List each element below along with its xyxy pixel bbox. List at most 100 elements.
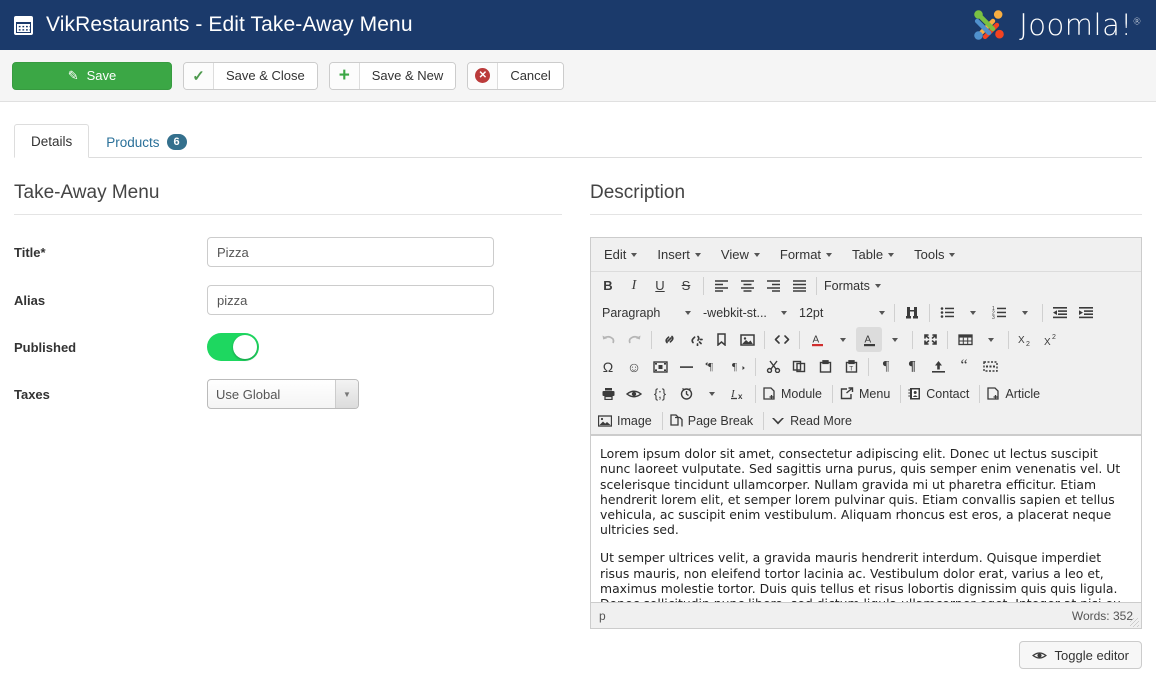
title-input[interactable] bbox=[207, 237, 494, 268]
align-justify-icon[interactable] bbox=[786, 273, 812, 298]
link-icon[interactable] bbox=[656, 327, 682, 352]
blockquote-icon[interactable]: “ bbox=[951, 354, 977, 379]
insert-image-button[interactable]: Image bbox=[595, 408, 658, 433]
nonbreaking-icon[interactable] bbox=[977, 354, 1003, 379]
insert-read-more-button[interactable]: Read More bbox=[768, 408, 858, 433]
read-more-label: Read More bbox=[790, 413, 852, 428]
pilcrow-icon[interactable]: ¶ bbox=[873, 354, 899, 379]
table-icon[interactable] bbox=[952, 327, 978, 352]
paste-icon[interactable] bbox=[812, 354, 838, 379]
joomla-mark-icon bbox=[974, 10, 1005, 40]
cut-icon[interactable] bbox=[760, 354, 786, 379]
block-format-select[interactable]: Paragraph bbox=[595, 300, 696, 325]
underline-button[interactable]: U bbox=[647, 273, 673, 298]
insert-date-icon[interactable] bbox=[673, 381, 699, 406]
emoticons-icon[interactable]: ☺ bbox=[621, 354, 647, 379]
italic-button[interactable]: I bbox=[621, 273, 647, 298]
published-toggle[interactable] bbox=[207, 333, 259, 362]
svg-text:A: A bbox=[864, 334, 871, 345]
template-icon[interactable] bbox=[925, 354, 951, 379]
align-left-icon[interactable] bbox=[708, 273, 734, 298]
media-icon[interactable] bbox=[647, 354, 673, 379]
table-caret-icon[interactable] bbox=[978, 327, 1004, 352]
tab-details[interactable]: Details bbox=[14, 124, 90, 159]
menu-table-label: Table bbox=[852, 247, 884, 263]
horizontal-rule-icon[interactable] bbox=[673, 354, 699, 379]
anchor-icon[interactable] bbox=[708, 327, 734, 352]
preview-icon[interactable] bbox=[621, 381, 647, 406]
menu-insert[interactable]: Insert bbox=[648, 242, 710, 267]
numbered-list-caret-icon[interactable] bbox=[1012, 300, 1038, 325]
resize-handle-icon[interactable] bbox=[1130, 618, 1139, 628]
background-color-icon[interactable]: A bbox=[856, 327, 882, 353]
menu-table[interactable]: Table bbox=[843, 242, 903, 267]
text-color-icon[interactable]: A bbox=[804, 327, 830, 352]
remove-format-icon[interactable]: Ix bbox=[725, 381, 751, 406]
fullscreen-icon[interactable] bbox=[917, 327, 943, 352]
caret-down-icon bbox=[874, 283, 881, 288]
svg-text:X: X bbox=[1044, 337, 1051, 347]
insert-menu-button[interactable]: Menu bbox=[837, 381, 896, 406]
bullet-list-icon[interactable] bbox=[934, 300, 960, 325]
page-break-label: Page Break bbox=[687, 413, 754, 428]
special-character-icon[interactable]: Ω bbox=[595, 354, 621, 379]
description-panel: Description Edit Insert View Format Tabl… bbox=[576, 158, 1142, 670]
rtl-icon[interactable]: ¶ bbox=[725, 354, 751, 379]
font-size-value: 12pt bbox=[799, 305, 824, 320]
save-button[interactable]: ✎ Save bbox=[12, 61, 172, 90]
font-size-select[interactable]: 12pt bbox=[792, 300, 890, 325]
insert-contact-button[interactable]: Contact bbox=[905, 381, 975, 406]
paste-as-text-icon[interactable]: T bbox=[838, 354, 864, 379]
ltr-icon[interactable]: ¶ bbox=[699, 354, 725, 379]
insert-date-caret-icon[interactable] bbox=[699, 381, 725, 406]
menu-edit[interactable]: Edit bbox=[595, 242, 646, 267]
search-replace-icon[interactable] bbox=[899, 300, 925, 325]
menu-format[interactable]: Format bbox=[771, 242, 841, 267]
bullet-list-caret-icon[interactable] bbox=[960, 300, 986, 325]
outdent-icon[interactable] bbox=[1047, 300, 1073, 325]
numbered-list-icon[interactable]: 123 bbox=[986, 300, 1012, 325]
insert-page-break-button[interactable]: Page Break bbox=[667, 408, 759, 433]
svg-text:¶: ¶ bbox=[732, 361, 737, 373]
menu-view[interactable]: View bbox=[712, 242, 769, 267]
pilcrow-bold-icon[interactable]: ¶ bbox=[899, 354, 925, 379]
align-center-icon[interactable] bbox=[734, 273, 760, 298]
code-sample-icon[interactable]: {;} bbox=[647, 381, 673, 406]
unlink-icon[interactable] bbox=[682, 327, 708, 352]
tinymce-editor: Edit Insert View Format Table Tools B I … bbox=[590, 237, 1142, 630]
editor-content-area[interactable]: Lorem ipsum dolor sit amet, consectetur … bbox=[591, 435, 1141, 602]
background-color-caret-icon[interactable] bbox=[882, 327, 908, 352]
indent-icon[interactable] bbox=[1073, 300, 1099, 325]
editor-toolbar-row-5: {;} Ix Module Menu Contact Article bbox=[591, 380, 1141, 408]
toolbar-separator bbox=[947, 330, 948, 349]
formats-button[interactable]: Formats bbox=[821, 273, 887, 298]
font-family-select[interactable]: -webkit-st... bbox=[696, 300, 792, 325]
pencil-square-icon: ✎ bbox=[67, 67, 79, 83]
undo-icon[interactable] bbox=[595, 327, 621, 352]
copy-icon[interactable] bbox=[786, 354, 812, 379]
toggle-editor-button[interactable]: Toggle editor bbox=[1018, 641, 1142, 670]
insert-article-button[interactable]: Article bbox=[984, 381, 1046, 406]
caret-down-icon bbox=[826, 252, 833, 257]
save-new-button[interactable]: + Save & New bbox=[328, 61, 457, 90]
redo-icon[interactable] bbox=[621, 327, 647, 352]
strikethrough-button[interactable]: S bbox=[673, 273, 699, 298]
source-code-icon[interactable] bbox=[769, 327, 795, 352]
save-close-button[interactable]: ✓ Save & Close bbox=[183, 61, 318, 90]
insert-module-button[interactable]: Module bbox=[760, 381, 828, 406]
taxes-select[interactable]: Use Global ▼ bbox=[207, 379, 359, 410]
image-icon[interactable] bbox=[734, 327, 760, 352]
menu-tools[interactable]: Tools bbox=[905, 242, 964, 267]
cancel-button[interactable]: ✕ Cancel bbox=[467, 61, 564, 90]
superscript-icon[interactable]: X2 bbox=[1039, 327, 1065, 352]
print-icon[interactable] bbox=[595, 381, 621, 406]
text-color-caret-icon[interactable] bbox=[830, 327, 856, 352]
bold-button[interactable]: B bbox=[595, 273, 621, 298]
editor-element-path[interactable]: p bbox=[599, 609, 606, 623]
align-right-icon[interactable] bbox=[760, 273, 786, 298]
caret-down-icon bbox=[709, 391, 715, 396]
tab-products[interactable]: Products 6 bbox=[89, 124, 203, 158]
subscript-icon[interactable]: X2 bbox=[1013, 327, 1039, 352]
alias-input[interactable] bbox=[207, 285, 494, 316]
editor-toolbar-row-6: Image Page Break Read More bbox=[591, 407, 1141, 436]
